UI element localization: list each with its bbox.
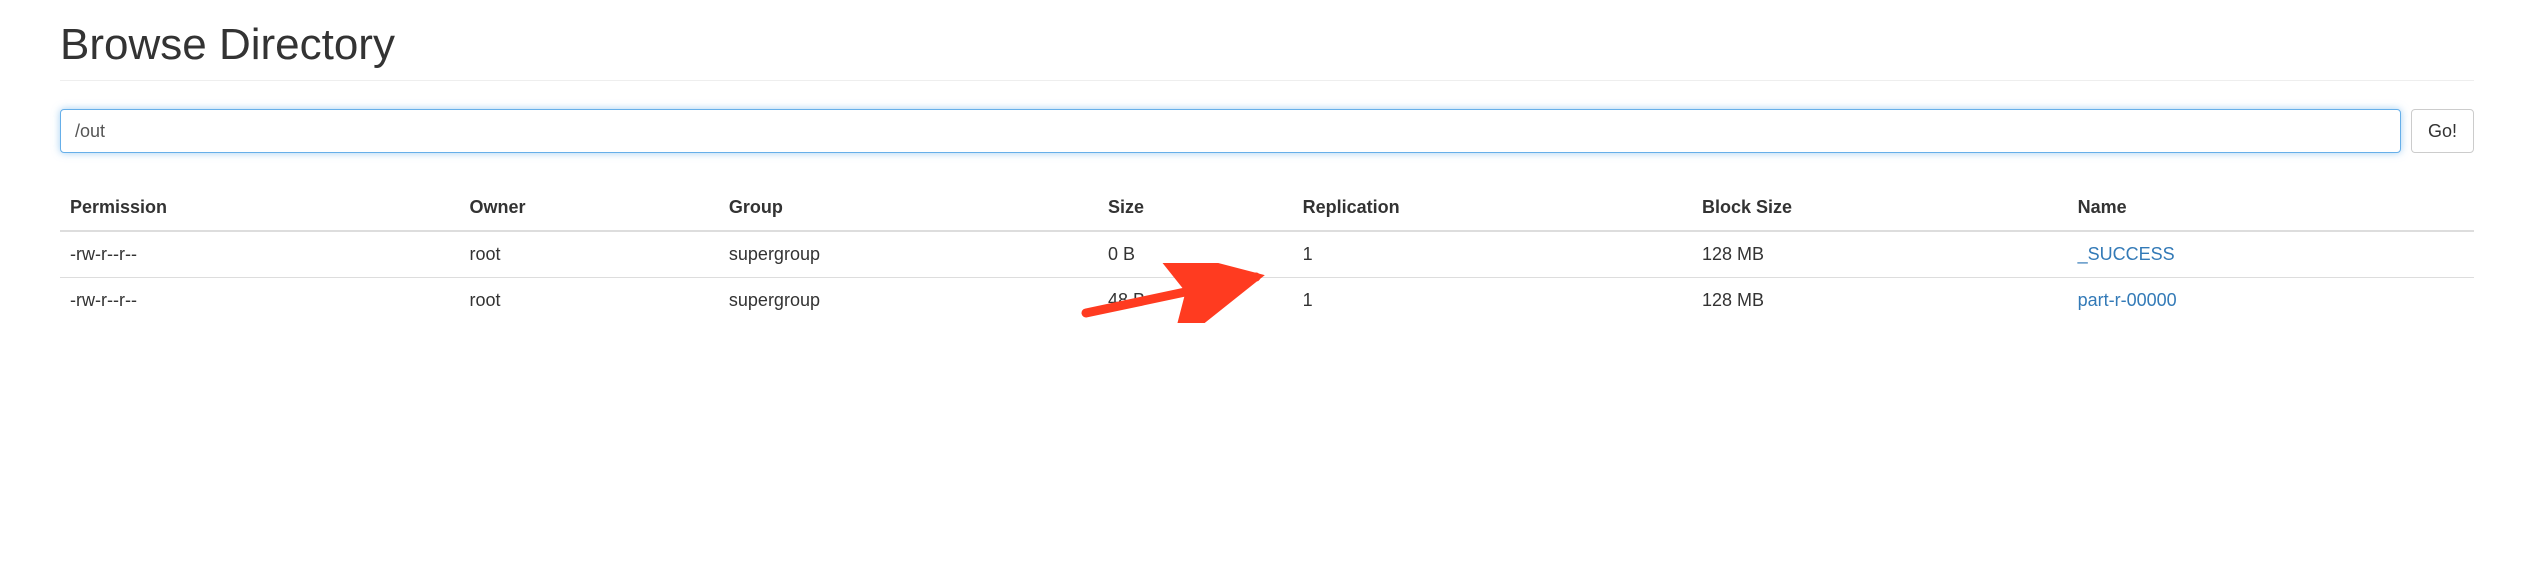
table-row: -rw-r--r-- root supergroup 0 B 1 128 MB …: [60, 231, 2474, 278]
cell-permission: -rw-r--r--: [60, 278, 459, 324]
file-link-success[interactable]: _SUCCESS: [2078, 244, 2175, 264]
cell-permission: -rw-r--r--: [60, 231, 459, 278]
cell-replication: 1: [1293, 231, 1692, 278]
cell-block-size: 128 MB: [1692, 278, 2068, 324]
col-owner: Owner: [459, 185, 718, 231]
cell-replication: 1: [1293, 278, 1692, 324]
cell-owner: root: [459, 231, 718, 278]
cell-name: _SUCCESS: [2068, 231, 2474, 278]
cell-name: part-r-00000: [2068, 278, 2474, 324]
cell-block-size: 128 MB: [1692, 231, 2068, 278]
col-size: Size: [1098, 185, 1293, 231]
col-permission: Permission: [60, 185, 459, 231]
cell-owner: root: [459, 278, 718, 324]
file-table: Permission Owner Group Size Replication …: [60, 185, 2474, 323]
cell-size: 0 B: [1098, 231, 1293, 278]
path-input[interactable]: [60, 109, 2401, 153]
col-replication: Replication: [1293, 185, 1692, 231]
col-name: Name: [2068, 185, 2474, 231]
col-group: Group: [719, 185, 1098, 231]
go-button[interactable]: Go!: [2411, 109, 2474, 153]
file-link-part[interactable]: part-r-00000: [2078, 290, 2177, 310]
page-title: Browse Directory: [60, 20, 2474, 81]
cell-size: 48 B: [1098, 278, 1293, 324]
cell-group: supergroup: [719, 231, 1098, 278]
path-row: Go!: [60, 109, 2474, 153]
table-row: -rw-r--r-- root supergroup 48 B 1 128 MB…: [60, 278, 2474, 324]
cell-group: supergroup: [719, 278, 1098, 324]
col-block-size: Block Size: [1692, 185, 2068, 231]
